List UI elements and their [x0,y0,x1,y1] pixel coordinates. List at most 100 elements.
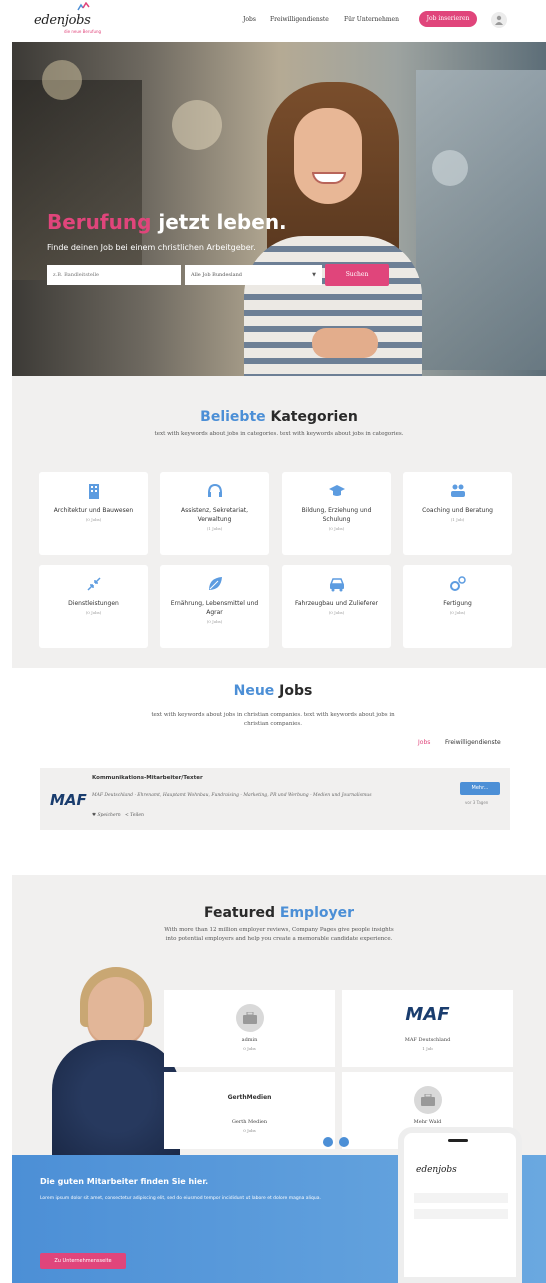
employer-count: 1 Job [422,1046,433,1051]
category-label: Assistenz, Sekretariat, Verwaltung [180,507,249,523]
employer-count: 0 Jobs [243,1046,256,1051]
nav-freiwilligendienste[interactable]: Freiwilligendienste [270,16,329,23]
category-label: Fertigung [443,600,472,607]
category-label: Bildung, Erziehung und Schulung [301,507,372,523]
hero-title: Berufung jetzt leben. [47,210,287,234]
headset-icon [207,483,222,497]
site-header: edenjobs die neue Berufung Jobs Freiwill… [0,0,546,42]
job-title[interactable]: Kommunikations-Mitarbeiter/Texter [92,775,203,781]
category-card[interactable]: Fahrzeugbau und Zulieferer (0 Jobs) [282,565,391,648]
category-card[interactable]: Ernährung, Lebensmittel und Agrar (0 Job… [160,565,269,648]
arrows-icon [86,577,101,591]
category-count: (0 Jobs) [85,610,102,615]
bokeh-light [172,100,222,150]
featured-title-main: Featured [203,905,276,921]
save-job-link[interactable]: ♥ Speichern [92,813,121,818]
category-card[interactable]: Dienstleistungen (0 Jobs) [39,565,148,648]
location-select-value: Alle Job Bundesland [191,272,243,278]
employer-count: 0 Jobs [243,1128,256,1133]
employer-woman-head [88,977,144,1043]
phone-logo: edenjobs [416,1165,457,1175]
more-button[interactable]: Mehr... [460,782,500,795]
jobs-title-rest: Jobs [274,683,313,699]
employer-logo: GerthMedien [227,1094,272,1101]
category-count: (0 Jobs) [328,610,345,615]
employer-name: MAF Deutschland [404,1037,451,1043]
job-post-button[interactable]: Job inserieren [419,11,477,27]
phone-mockup: edenjobs [398,1127,522,1283]
phone-list-row [414,1193,508,1203]
location-select[interactable]: Alle Job Bundesland ▼ [185,265,322,285]
jobs-title-accent: Neue [233,683,275,699]
briefcase-icon [420,1094,435,1106]
featured-title-accent: Employer [275,905,355,921]
hero-section [12,40,546,376]
company-logo: MAF [50,791,87,809]
employer-name: Gerth Medien [231,1119,268,1125]
logo-tagline: die neue Berufung [64,29,102,34]
employer-name: admin [241,1037,258,1043]
company-page-button[interactable]: Zu Unternehmensseite [40,1253,126,1269]
employer-woman-blouse [52,1040,180,1155]
category-label: Dienstleistungen [68,600,119,607]
employer-logo: MAF [405,1004,450,1025]
share-job-link[interactable]: < Teilen [125,813,144,818]
employer-name: Mehr Wald [413,1119,442,1125]
categories-description: text with keywords about jobs in categor… [154,431,404,437]
job-meta: MAF Deutschland · Ehrenamt, Hauptamt Woh… [92,793,372,798]
category-label: Fahrzeugbau und Zulieferer [294,600,379,607]
category-card[interactable]: Architektur und Bauwesen (0 Jobs) [39,472,148,555]
nav-jobs[interactable]: Jobs [243,16,256,23]
category-count: (0 Jobs) [85,517,102,522]
banner-title: Die guten Mitarbeiter finden Sie hier. [40,1177,209,1186]
chevron-down-icon: ▼ [312,272,316,278]
tab-jobs[interactable]: Jobs [418,739,430,746]
user-button[interactable] [491,12,507,28]
categories-section: Beliebte Kategorien text with keywords a… [12,376,546,668]
people-icon [450,484,465,497]
gears-icon [449,576,466,591]
search-button[interactable]: Suchen [325,264,389,286]
car-icon [329,578,344,592]
bokeh-light [432,150,468,186]
nav-fur-unternehmen[interactable]: Für Unternehmen [344,16,399,23]
employer-avatar [413,1086,442,1114]
graduation-cap-icon [328,485,345,496]
category-label: Coaching und Beratung [422,507,493,514]
job-listing-row[interactable]: MAF Kommunikations-Mitarbeiter/Texter MA… [40,768,510,830]
building-icon [88,484,99,499]
site-logo[interactable]: edenjobs die neue Berufung [34,2,102,34]
category-label: Architektur und Bauwesen [53,507,134,514]
phone-speaker [448,1139,468,1142]
featured-title: Featured Employer [12,905,546,921]
phone-list-row [414,1209,508,1219]
category-count: (1 Job) [450,517,465,522]
categories-title: Beliebte Kategorien [12,409,546,425]
category-card[interactable]: Assistenz, Sekretariat, Verwaltung (1 Jo… [160,472,269,555]
category-card[interactable]: Coaching und Beratung (1 Job) [403,472,512,555]
jobs-description: text with keywords about jobs in christi… [151,712,395,727]
carousel-prev-button[interactable] [323,1137,333,1147]
keyword-search-input[interactable] [47,265,181,285]
bokeh-light [42,60,82,100]
employer-card[interactable]: admin 0 Jobs [164,990,335,1067]
carousel-next-button[interactable] [339,1137,349,1147]
hero-title-accent: Berufung [47,210,152,234]
tab-freiwilligendienste[interactable]: Freiwilligendienste [445,739,501,746]
employer-card[interactable]: MAF MAF Deutschland 1 Job [342,990,513,1067]
hero-woman-face [294,108,362,204]
jobs-title: Neue Jobs [0,683,546,699]
leaf-icon [208,577,222,590]
featured-description: With more than 12 million employer revie… [164,927,394,942]
hero-background-building [416,70,546,370]
category-card[interactable]: Bildung, Erziehung und Schulung (0 Jobs) [282,472,391,555]
category-count: (0 Jobs) [328,526,345,531]
employer-avatar [235,1004,264,1032]
categories-title-rest: Kategorien [265,409,358,425]
category-card[interactable]: Fertigung (0 Jobs) [403,565,512,648]
user-icon [495,15,503,25]
hero-subtitle: Finde deinen Job bei einem christlichen … [47,243,256,252]
category-count: (0 Jobs) [206,619,223,624]
bird-logo-icon [77,2,90,11]
employer-card[interactable]: GerthMedien Gerth Medien 0 Jobs [164,1072,335,1149]
